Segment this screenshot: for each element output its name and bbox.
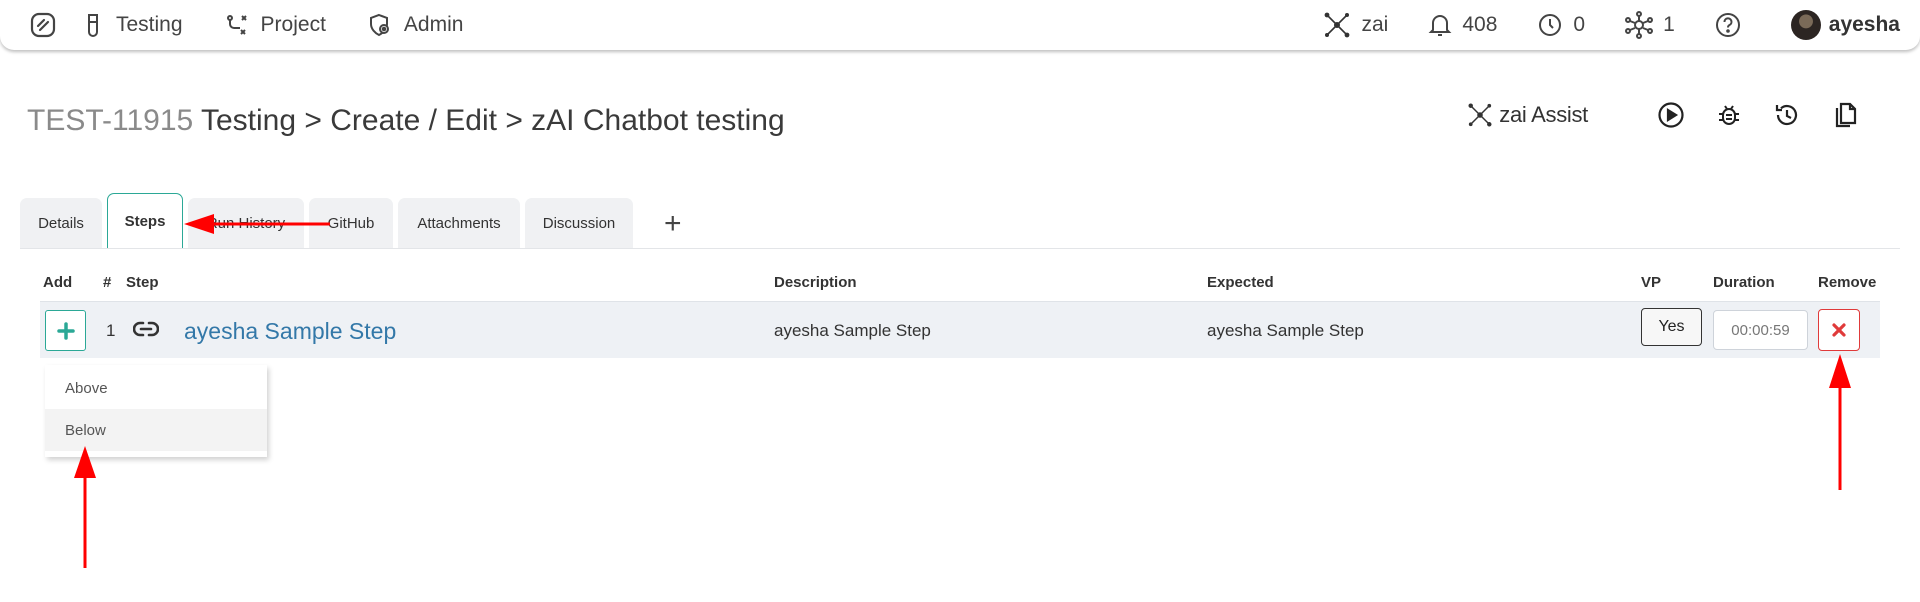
hub-network-icon (1625, 11, 1654, 39)
network-count: 1 (1663, 13, 1675, 36)
menu-item-above[interactable]: Above (45, 367, 267, 409)
tab-details-label: Details (38, 215, 84, 232)
header-step: Step (126, 274, 159, 291)
tab-steps[interactable]: Steps (107, 193, 183, 249)
tab-discussion-label: Discussion (542, 215, 616, 232)
header-remove: Remove (1818, 274, 1877, 291)
nav-admin-label: Admin (403, 13, 464, 36)
title-actions: zai Assist (1467, 100, 1860, 130)
username: ayesha (1828, 13, 1900, 36)
step-name-link[interactable]: ayesha Sample Step (184, 318, 396, 345)
header-expected: Expected (1207, 274, 1274, 291)
zai-network-icon (1468, 103, 1492, 127)
link-icon[interactable] (132, 320, 160, 343)
app-logo-icon[interactable] (28, 10, 58, 40)
history-icon (1775, 104, 1798, 126)
project-flow-icon (226, 15, 247, 35)
zai-assist-button[interactable]: zai Assist (1467, 102, 1588, 128)
nav-admin[interactable]: Admin (368, 13, 464, 37)
copy-icon (1835, 102, 1857, 128)
bell-icon (1428, 15, 1452, 36)
tab-details[interactable]: Details (20, 198, 102, 249)
avatar (1790, 10, 1821, 40)
nav-zai-label: zai (1361, 13, 1389, 36)
page-title: TEST-11915 Testing > Create / Edit > zAI… (27, 104, 785, 138)
tab-attachments[interactable]: Attachments (398, 198, 520, 249)
history-button[interactable] (1772, 100, 1802, 130)
test-key: TEST-11915 (27, 104, 194, 137)
add-tab-button[interactable]: + (664, 198, 682, 249)
header-vp: VP (1641, 274, 1662, 291)
step-expected: ayesha Sample Step (1207, 321, 1364, 340)
nav-zai[interactable]: zai (1323, 11, 1388, 39)
zai-network-icon (1325, 12, 1350, 38)
clock-icon (1539, 14, 1562, 36)
network-button[interactable]: 1 (1625, 11, 1675, 39)
annotation-arrow-below (74, 446, 96, 568)
step-number: 1 (106, 321, 116, 340)
nav-project-label: Project (260, 13, 326, 36)
notifications-button[interactable]: 408 (1428, 12, 1497, 38)
timer-button[interactable]: 0 (1537, 12, 1585, 38)
user-menu[interactable]: ayesha (1790, 10, 1900, 40)
add-step-button[interactable] (45, 310, 86, 351)
nav-testing[interactable]: Testing (82, 13, 183, 37)
test-tube-icon (88, 14, 98, 37)
header-description: Description (774, 274, 857, 291)
header-add: Add (43, 274, 73, 291)
plus-icon (56, 321, 75, 340)
close-icon (1832, 323, 1846, 337)
tab-discussion[interactable]: Discussion (525, 198, 633, 249)
tab-attachments-label: Attachments (417, 215, 501, 232)
vp-toggle-button[interactable]: Yes (1641, 308, 1702, 346)
shield-gear-icon (369, 13, 389, 37)
header-number: # (103, 274, 112, 291)
run-button[interactable] (1656, 100, 1686, 130)
breadcrumb: Testing > Create / Edit > zAI Chatbot te… (201, 104, 785, 137)
help-circle-icon (1715, 13, 1740, 37)
tab-bar: Details Steps Run History GitHub Attachm… (20, 193, 682, 249)
debug-button[interactable] (1714, 100, 1744, 130)
timer-count: 0 (1573, 13, 1586, 36)
step-description: ayesha Sample Step (774, 321, 931, 340)
header-duration: Duration (1713, 274, 1775, 291)
notifications-count: 408 (1462, 13, 1498, 36)
top-navbar: Testing Project Admin zai 408 0 1 ayesha (0, 0, 1920, 50)
remove-step-button[interactable] (1818, 309, 1860, 351)
nav-project[interactable]: Project (225, 13, 326, 37)
help-button[interactable] (1715, 12, 1751, 38)
bug-icon (1719, 105, 1739, 125)
nav-testing-label: Testing (116, 13, 183, 36)
play-circle-icon (1658, 102, 1684, 128)
tabs-divider (20, 248, 1900, 249)
annotation-arrow-steps-tab (184, 214, 330, 234)
copy-button[interactable] (1830, 100, 1860, 130)
duration-input[interactable] (1713, 310, 1808, 350)
tab-steps-label: Steps (124, 213, 166, 230)
zai-assist-label: zai Assist (1499, 102, 1588, 127)
annotation-arrow-remove (1829, 354, 1851, 490)
